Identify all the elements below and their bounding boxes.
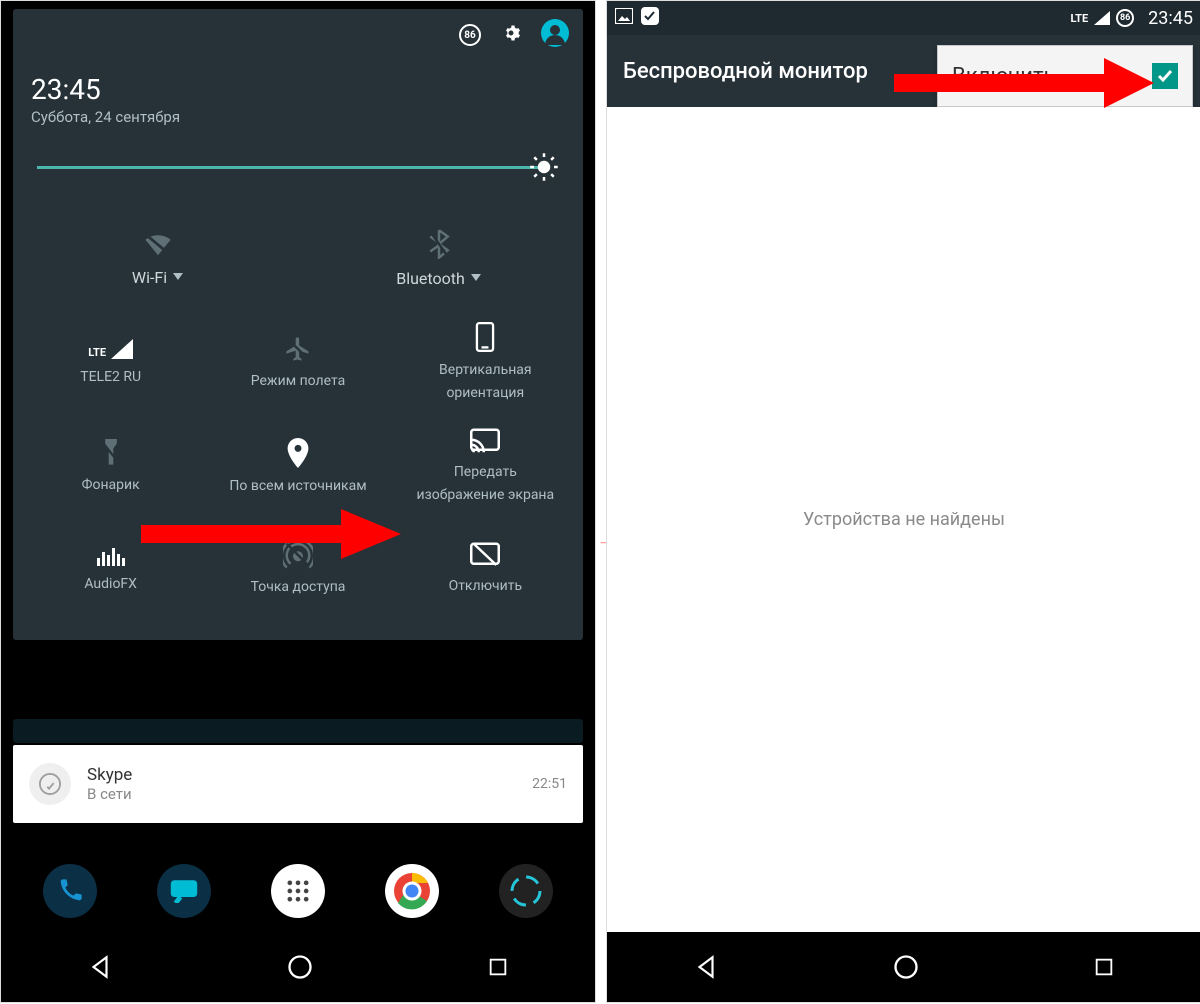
qs-header-top: 86 [13,9,583,61]
notification-subtitle: В сети [87,785,132,803]
tile-airplane-label: Режим полета [251,373,345,389]
location-icon [287,438,309,468]
tile-location-label: По всем источникам [229,478,366,494]
phone-quicksettings: 86 23:45 Суббота, 24 сентября [0,0,596,1003]
tile-cast[interactable]: Передать изображение экрана [392,418,579,514]
tile-location[interactable]: По всем источникам [204,418,391,514]
image-notif-icon [615,8,633,28]
tile-rotation[interactable]: Вертикальная ориентация [392,312,579,412]
bluetooth-off-icon [427,229,451,259]
display-off-icon [470,542,500,568]
status-signal-icon [1094,11,1110,25]
tile-cast-label-1: Передать [454,464,517,481]
phone-app-icon[interactable] [43,864,97,918]
notification-time: 22:51 [532,776,567,792]
home-dock [1,852,595,930]
signal-lte-icon: LTE [88,339,133,359]
airplane-off-icon [284,335,312,363]
qs-time: 23:45 [31,73,565,106]
phone-wireless-display: LTE 86 23:45 Беспроводной монитор Включи… [606,0,1200,1003]
flashlight-off-icon [100,439,122,467]
annotation-arrow-cast [141,509,401,559]
tile-wifi[interactable]: Wi-Fi [17,210,298,306]
chrome-app-icon[interactable] [385,864,439,918]
tile-flashlight[interactable]: Фонарик [17,418,204,514]
nav-recents-button[interactable] [487,956,509,978]
nav-home-button[interactable] [286,953,314,981]
tile-bluetooth-label: Bluetooth [396,269,465,288]
tile-cellular-label: TELE2 RU [80,369,141,385]
tile-screen-off[interactable]: Отключить [392,520,579,616]
qs-date: Суббота, 24 сентября [31,108,565,126]
camera-app-icon[interactable] [499,864,553,918]
app-drawer-icon[interactable] [271,864,325,918]
cast-icon [470,428,500,454]
tile-wifi-label: Wi-Fi [132,268,167,287]
tile-cast-label-2: изображение экрана [417,487,555,504]
brightness-track-filled [37,166,541,169]
tile-hotspot-label: Точка доступа [251,579,346,595]
tile-flashlight-label: Фонарик [82,477,140,493]
profile-avatar-icon[interactable] [541,19,569,51]
nav-bar [607,932,1200,1002]
behind-panel-strip [13,719,583,743]
nav-recents-button[interactable] [1093,956,1115,978]
skype-icon [29,763,71,805]
qs-row-2: LTE TELE2 RU Режим полета Вертикальная о… [17,312,579,412]
annotation-arrow-enable [894,58,1154,108]
no-devices-text: Устройства не найдены [803,509,1005,530]
wireless-display-body: Устройства не найдены [607,107,1200,932]
tile-cellular[interactable]: LTE TELE2 RU [17,312,204,412]
chevron-down-icon [471,274,481,282]
notification-skype[interactable]: Skype В сети 22:51 [13,745,583,823]
notification-title: Skype [87,765,132,785]
check-notif-icon [641,7,659,29]
nav-bar [1,932,595,1002]
nav-home-button[interactable] [892,953,920,981]
equalizer-icon [97,544,125,566]
nav-back-button[interactable] [693,954,719,980]
app-bar-title: Беспроводной монитор [623,59,868,84]
tile-audiofx-label: AudioFX [84,576,137,592]
status-lte-label: LTE [1070,12,1088,25]
portrait-icon [475,322,495,352]
tile-rotation-label-1: Вертикальная [439,362,532,379]
qs-row-1: Wi-Fi Bluetooth [17,210,579,306]
tile-airplane[interactable]: Режим полета [204,312,391,412]
tile-bluetooth[interactable]: Bluetooth [298,210,579,306]
tile-rotation-label-2: ориентация [446,385,524,402]
brightness-thumb-icon[interactable] [529,152,559,182]
status-bar: LTE 86 23:45 [607,1,1200,35]
tile-off-label: Отключить [449,578,523,594]
messages-app-icon[interactable] [157,864,211,918]
qs-datetime: 23:45 Суббота, 24 сентября [13,61,583,144]
status-time: 23:45 [1148,8,1193,29]
settings-gear-icon[interactable] [499,21,523,49]
nav-back-button[interactable] [87,954,113,980]
status-battery-badge: 86 [1116,9,1134,27]
enable-checkbox-icon[interactable] [1152,63,1178,89]
qs-row-3: Фонарик По всем источникам Передать изоб… [17,418,579,514]
battery-count-badge: 86 [459,24,481,46]
wifi-off-icon [141,230,175,258]
brightness-slider[interactable] [37,156,559,180]
chevron-down-icon [173,273,183,281]
